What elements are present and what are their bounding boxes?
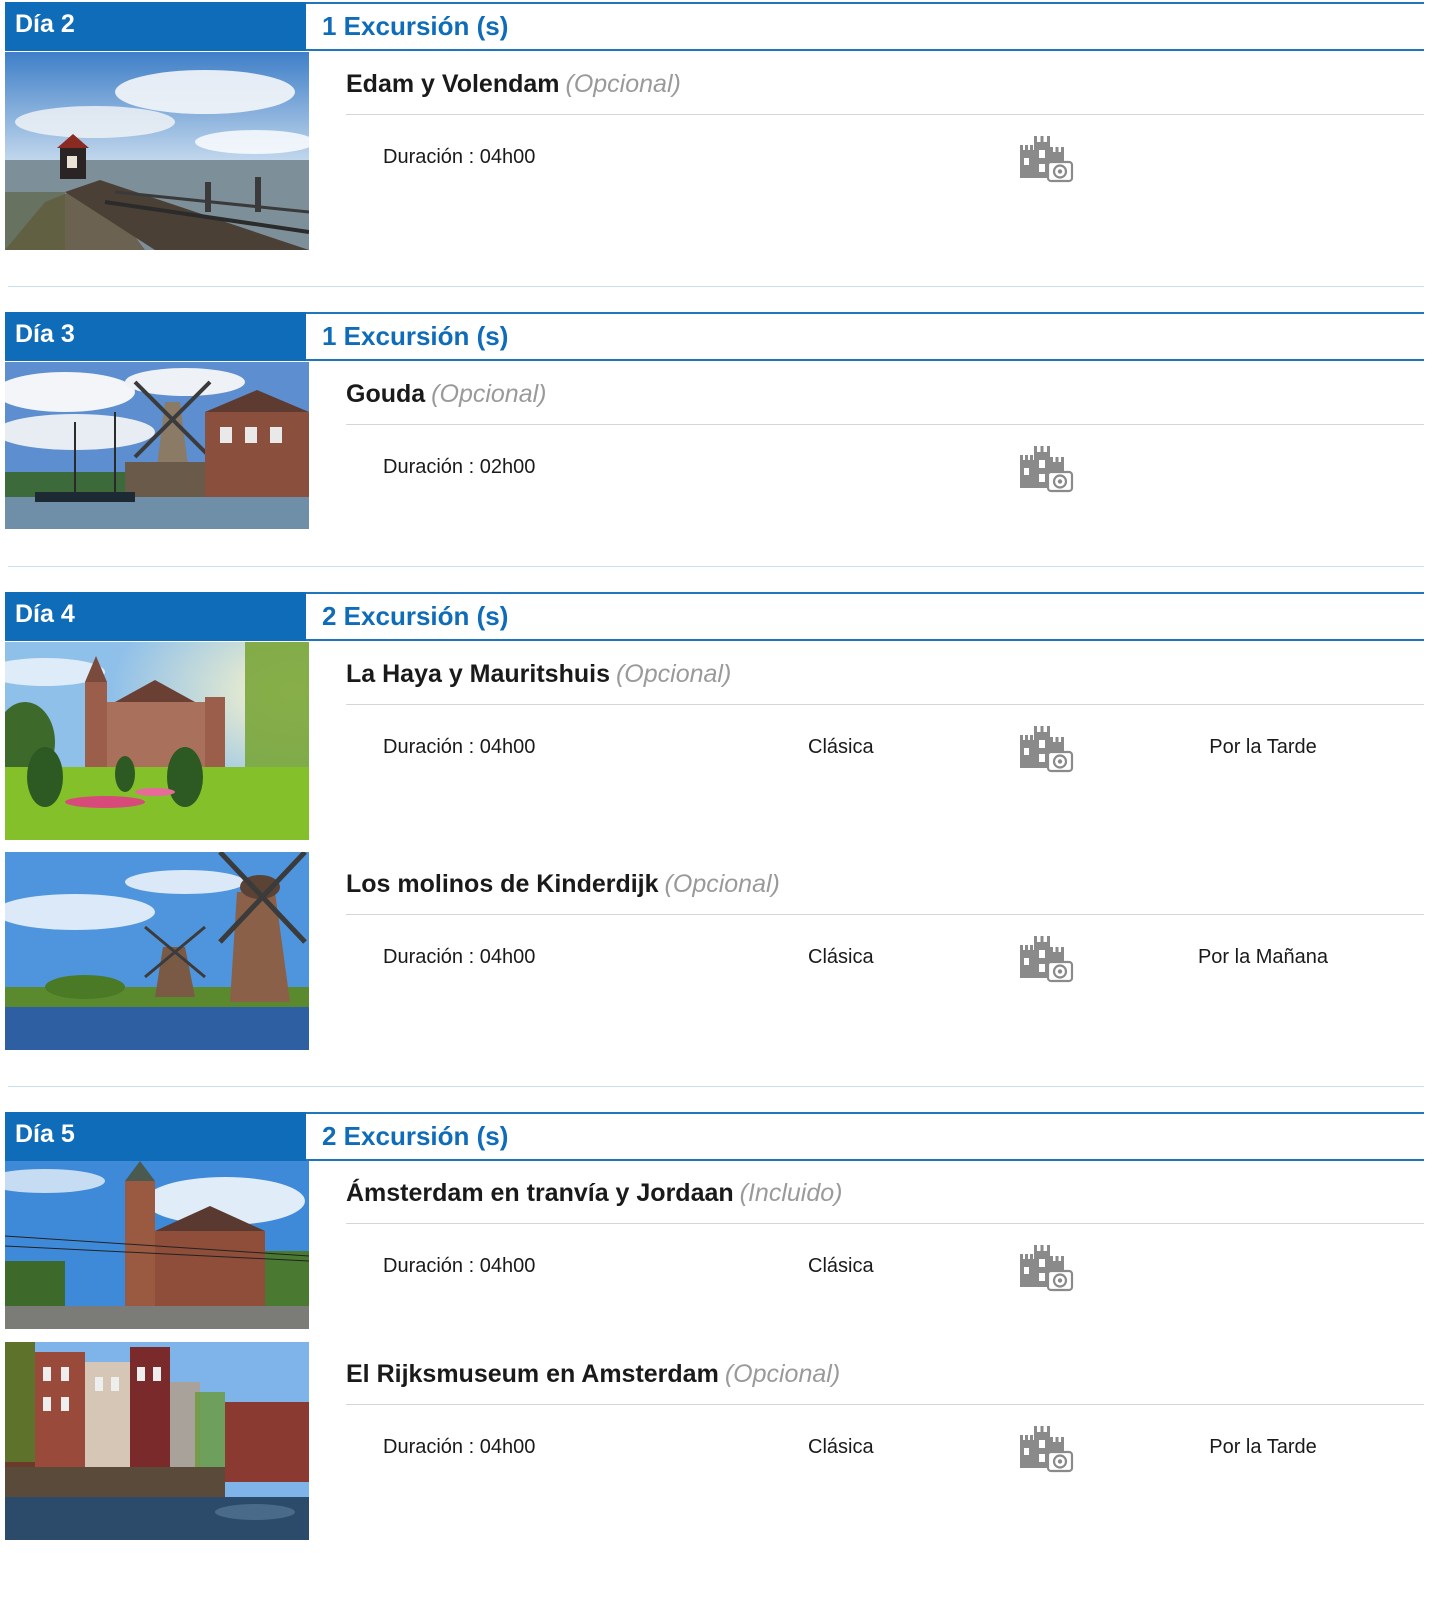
excursion-name[interactable]: La Haya y Mauritshuis bbox=[346, 660, 610, 688]
castle-camera-icon bbox=[1018, 932, 1074, 984]
excursion-photo[interactable] bbox=[5, 642, 309, 840]
day-section: Día 21 Excursión (s) Edam y Volendam (Opc… bbox=[0, 0, 1432, 250]
excursion-title[interactable]: Los molinos de Kinderdijk (Opcional) bbox=[346, 870, 780, 899]
excursion-category: Clásica bbox=[808, 1255, 874, 1277]
excursion-photo[interactable] bbox=[5, 52, 309, 250]
excursion-photo[interactable] bbox=[5, 1161, 309, 1329]
duration-label: Duración : bbox=[383, 1255, 480, 1277]
excursion-item: Ámsterdam en tranvía y Jordaan (Incluido)… bbox=[0, 1161, 1432, 1329]
title-divider bbox=[346, 1404, 1424, 1405]
day-header: Día 52 Excursión (s) bbox=[0, 1110, 1432, 1161]
excursion-duration: Duración : 04h00 bbox=[383, 736, 535, 759]
castle-camera-icon bbox=[1018, 132, 1074, 184]
castle-camera-icon bbox=[1018, 1422, 1074, 1474]
title-divider bbox=[346, 704, 1424, 705]
duration-value: 02h00 bbox=[479, 456, 536, 478]
excursion-photo[interactable] bbox=[5, 852, 309, 1050]
day-header: Día 21 Excursión (s) bbox=[0, 0, 1432, 51]
excursion-title[interactable]: El Rijksmuseum en Amsterdam (Opcional) bbox=[346, 1360, 840, 1389]
excursion-item: Los molinos de Kinderdijk (Opcional) Durac… bbox=[0, 852, 1432, 1050]
excursion-inclusion-tag: (Opcional) bbox=[615, 660, 732, 688]
duration-label: Duración : bbox=[383, 146, 480, 168]
duration-value: 04h00 bbox=[479, 946, 536, 968]
excursion-inclusion-tag: (Opcional) bbox=[431, 380, 547, 408]
day-label: Día 3 bbox=[5, 312, 306, 361]
excursion-count: 2 Excursión (s) bbox=[306, 592, 1424, 641]
title-divider bbox=[346, 1223, 1424, 1224]
excursion-title[interactable]: Edam y Volendam (Opcional) bbox=[346, 70, 681, 99]
excursion-category: Clásica bbox=[808, 736, 874, 758]
excursion-name[interactable]: El Rijksmuseum en Amsterdam bbox=[346, 1360, 719, 1388]
day-separator bbox=[8, 286, 1424, 287]
excursion-category: Clásica bbox=[808, 946, 874, 968]
excursion-count: 2 Excursión (s) bbox=[306, 1112, 1424, 1161]
excursion-schedule: Por la Tarde bbox=[1209, 1436, 1317, 1458]
excursion-inclusion-tag: (Opcional) bbox=[565, 70, 681, 98]
castle-camera-icon bbox=[1018, 442, 1074, 494]
excursion-count: 1 Excursión (s) bbox=[306, 312, 1424, 361]
excursion-title[interactable]: Gouda (Opcional) bbox=[346, 380, 547, 409]
duration-value: 04h00 bbox=[479, 1436, 536, 1458]
excursion-inclusion-tag: (Opcional) bbox=[724, 1360, 841, 1388]
excursion-duration: Duración : 04h00 bbox=[383, 946, 535, 969]
excursion-inclusion-tag: (Incluido) bbox=[739, 1179, 843, 1207]
day-section: Día 31 Excursión (s) Gouda (Opcional) Dura… bbox=[0, 310, 1432, 529]
excursion-duration: Duración : 04h00 bbox=[383, 146, 535, 169]
excursion-item: El Rijksmuseum en Amsterdam (Opcional) Dur… bbox=[0, 1342, 1432, 1540]
title-divider bbox=[346, 914, 1424, 915]
excursion-inclusion-tag: (Opcional) bbox=[664, 870, 780, 898]
excursion-item: Edam y Volendam (Opcional) Duración : 04h0… bbox=[0, 52, 1432, 250]
excursion-title[interactable]: La Haya y Mauritshuis (Opcional) bbox=[346, 660, 731, 689]
castle-camera-icon bbox=[1018, 722, 1074, 774]
day-separator bbox=[8, 566, 1424, 567]
excursion-duration: Duración : 04h00 bbox=[383, 1255, 535, 1278]
excursion-item: Gouda (Opcional) Duración : 02h00 bbox=[0, 362, 1432, 529]
day-label: Día 5 bbox=[5, 1112, 306, 1161]
day-section: Día 52 Excursión (s) Ámsterdam en tranví… bbox=[0, 1110, 1432, 1540]
duration-value: 04h00 bbox=[479, 736, 536, 758]
duration-label: Duración : bbox=[383, 946, 480, 968]
day-section: Día 42 Excursión (s) La Haya y Mauritshu… bbox=[0, 590, 1432, 1050]
excursion-name[interactable]: Gouda bbox=[346, 380, 425, 408]
day-label: Día 4 bbox=[5, 592, 306, 641]
excursion-name[interactable]: Ámsterdam en tranvía y Jordaan bbox=[346, 1179, 734, 1207]
duration-label: Duración : bbox=[383, 1436, 480, 1458]
excursion-title[interactable]: Ámsterdam en tranvía y Jordaan (Incluido) bbox=[346, 1179, 842, 1208]
excursion-schedule: Por la Mañana bbox=[1197, 946, 1329, 968]
day-separator bbox=[8, 1086, 1424, 1087]
title-divider bbox=[346, 114, 1424, 115]
excursion-duration: Duración : 02h00 bbox=[383, 456, 535, 479]
duration-label: Duración : bbox=[383, 456, 480, 478]
excursion-name[interactable]: Edam y Volendam bbox=[346, 70, 560, 98]
duration-value: 04h00 bbox=[479, 146, 536, 168]
excursion-count: 1 Excursión (s) bbox=[306, 2, 1424, 51]
excursion-schedule: Por la Tarde bbox=[1209, 736, 1317, 758]
day-label: Día 2 bbox=[5, 2, 306, 51]
duration-value: 04h00 bbox=[479, 1255, 536, 1277]
day-header: Día 42 Excursión (s) bbox=[0, 590, 1432, 641]
day-header: Día 31 Excursión (s) bbox=[0, 310, 1432, 361]
excursion-photo[interactable] bbox=[5, 1342, 309, 1540]
excursion-category: Clásica bbox=[808, 1436, 874, 1458]
castle-camera-icon bbox=[1018, 1241, 1074, 1293]
title-divider bbox=[346, 424, 1424, 425]
excursion-name[interactable]: Los molinos de Kinderdijk bbox=[346, 870, 659, 898]
excursion-duration: Duración : 04h00 bbox=[383, 1436, 535, 1459]
duration-label: Duración : bbox=[383, 736, 480, 758]
excursion-item: La Haya y Mauritshuis (Opcional) Duración … bbox=[0, 642, 1432, 840]
excursion-photo[interactable] bbox=[5, 362, 309, 529]
